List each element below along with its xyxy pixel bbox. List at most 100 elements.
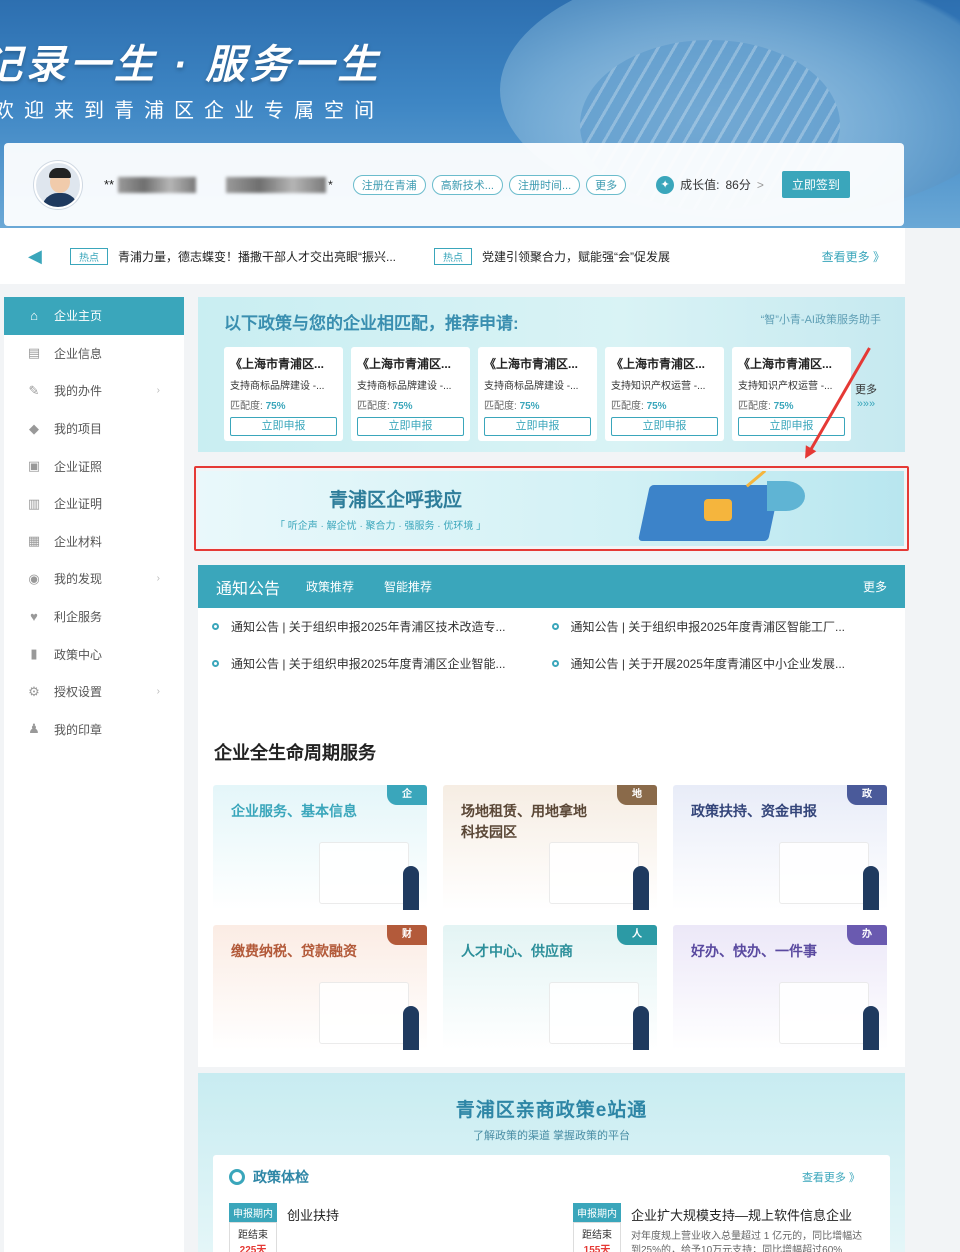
enterprise-call-banner[interactable]: 青浦区企呼我应 「 听企声 · 解企忧 · 聚合力 · 强服务 · 优环境 」 — [194, 466, 909, 551]
sidebar-item[interactable]: ▣ 企业证照 — [4, 447, 184, 485]
policy-card-title[interactable]: 《上海市青浦区... — [611, 355, 718, 372]
recommend-more-button[interactable]: 更多 »»» — [855, 383, 877, 411]
match-label: 匹配度: — [357, 401, 390, 412]
lifecycle-illustration — [319, 842, 409, 904]
policy-card[interactable]: 《上海市青浦区... 支持商标品牌建设 -... 匹配度: 75% 立即申报 — [478, 347, 597, 441]
apply-button[interactable]: 立即申报 — [357, 417, 464, 436]
broadcast-icon: ◉ — [28, 570, 40, 586]
tab-policy-recommend[interactable]: 政策推荐 — [306, 578, 354, 595]
lifecycle-card-label: 人才中心、供应商 — [461, 943, 573, 959]
policy-card-title[interactable]: 《上海市青浦区... — [357, 355, 464, 372]
policy-title[interactable]: 企业扩大规模支持—规上软件信息企业 — [631, 1205, 871, 1224]
lifecycle-illustration — [779, 842, 869, 904]
chevron-right-icon: › — [156, 686, 160, 698]
sidebar: ⌂ 企业主页 ▤ 企业信息 ✎ 我的办件 › ◆ 我的项目 ▣ 企业证照 ▥ 企业证明 ▦ 企业材料 ◉ 我的发… — [4, 297, 184, 1252]
tag-register-time[interactable]: 注册时间... — [508, 174, 581, 195]
tag-registered[interactable]: 注册在青浦 — [352, 174, 426, 195]
sidebar-item[interactable]: ▥ 企业证明 — [4, 485, 184, 523]
person-illustration — [633, 866, 649, 910]
status-badge-label: 申报期内 — [573, 1203, 621, 1222]
policy-card[interactable]: 《上海市青浦区... 支持商标品牌建设 -... 匹配度: 75% 立即申报 — [351, 347, 470, 441]
policy-check-more-link[interactable]: 查看更多 》 — [802, 1169, 860, 1185]
chevron-right-icon: > — [756, 177, 764, 192]
sidebar-item[interactable]: ◆ 我的项目 — [4, 410, 184, 448]
match-label: 匹配度: — [738, 401, 771, 412]
sidebar-item-label: 企业证照 — [54, 459, 103, 474]
sidebar-item[interactable]: ✎ 我的办件 › — [4, 372, 184, 410]
sidebar-item[interactable]: ⚙ 授权设置 › — [4, 673, 184, 711]
match-value: 75% — [392, 401, 413, 412]
lifecycle-card-badge: 地 — [617, 785, 657, 805]
notice-more-link[interactable]: 更多 — [863, 578, 887, 595]
ai-assistant-link[interactable]: “智”小青-AI政策服务助手 — [761, 311, 881, 327]
sidebar-item[interactable]: ♥ 利企服务 — [4, 598, 184, 636]
countdown-label: 距结束 — [582, 1230, 612, 1241]
notice-item-text[interactable]: 通知公告 | 关于组织申报2025年度青浦区智能工厂... — [571, 618, 845, 635]
heart-icon: ♥ — [30, 609, 38, 625]
gear-icon: ⚙ — [28, 683, 40, 699]
notice-item[interactable]: 通知公告 | 关于组织申报2025年度青浦区智能工厂... — [551, 618, 892, 635]
policy-card[interactable]: 《上海市青浦区... 支持知识产权运营 -... 匹配度: 75% 立即申报 — [605, 347, 724, 441]
lifecycle-card[interactable]: 政策扶持、资金申报 政 — [673, 785, 887, 910]
policy-title[interactable]: 创业扶持 — [287, 1205, 339, 1224]
notice-item[interactable]: 通知公告 | 关于开展2025年度青浦区中小企业发展... — [551, 655, 892, 672]
person-illustration — [863, 1006, 879, 1050]
sidebar-item[interactable]: ♟ 我的印章 — [4, 711, 184, 749]
apply-button[interactable]: 立即申报 — [230, 417, 337, 436]
policy-check-row[interactable]: 申报期内 距结束 155天 企业扩大规模支持—规上软件信息企业 对年度规上营业收入… — [573, 1203, 871, 1252]
policy-card-desc: 支持商标品牌建设 -... — [484, 381, 579, 392]
avatar[interactable] — [34, 160, 82, 209]
sidebar-item-label: 利企服务 — [54, 610, 103, 625]
countdown: 距结束 225天 — [229, 1222, 277, 1252]
sidebar-item[interactable]: ▮ 政策中心 — [4, 635, 184, 673]
sign-in-button[interactable]: 立即签到 — [781, 171, 850, 198]
stamp-icon: ♟ — [28, 721, 40, 737]
call-banner-title: 青浦区企呼我应 — [329, 490, 463, 511]
notice-item-text[interactable]: 通知公告 | 关于组织申报2025年青浦区技术改造专... — [231, 618, 505, 635]
hot-news-title[interactable]: 青浦力量，德志蝶变！播撒干部人才交出亮眼“振兴... — [118, 248, 396, 265]
lifecycle-card-label: 政策扶持、资金申报 — [691, 803, 817, 819]
folder-icon: ▦ — [27, 533, 41, 549]
growth-label: 成长值: — [680, 178, 720, 192]
tab-notice[interactable]: 通知公告 — [216, 575, 280, 599]
policy-card-title[interactable]: 《上海市青浦区... — [230, 355, 337, 372]
hot-news-title[interactable]: 党建引领聚合力，赋能强“会”促发展 — [482, 248, 670, 265]
notice-item[interactable]: 通知公告 | 关于组织申报2025年度青浦区企业智能... — [212, 655, 552, 672]
tag-high-tech[interactable]: 高新技术... — [431, 174, 503, 195]
notice-item-text[interactable]: 通知公告 | 关于组织申报2025年度青浦区企业智能... — [231, 655, 505, 672]
apply-button[interactable]: 立即申报 — [484, 417, 591, 436]
policy-card-title[interactable]: 《上海市青浦区... — [738, 355, 845, 372]
certificate-icon: ▥ — [27, 495, 41, 511]
notice-item[interactable]: 通知公告 | 关于组织申报2025年青浦区技术改造专... — [212, 618, 552, 635]
sidebar-item[interactable]: ▦ 企业材料 — [4, 523, 184, 561]
sidebar-item-label: 我的印章 — [54, 722, 103, 737]
growth-icon: ✦ — [656, 175, 675, 194]
policy-card[interactable]: 《上海市青浦区... 支持商标品牌建设 -... 匹配度: 75% 立即申报 — [224, 347, 343, 441]
tab-smart-recommend[interactable]: 智能推荐 — [384, 578, 432, 595]
lifecycle-card[interactable]: 场地租赁、用地拿地 科技园区 地 — [443, 785, 657, 910]
growth-value[interactable]: ✦ 成长值: 86分 > — [656, 175, 764, 194]
sidebar-item-label: 我的办件 — [54, 384, 103, 399]
lifecycle-card[interactable]: 缴费纳税、贷款融资 财 — [213, 925, 427, 1050]
policy-check-row[interactable]: 申报期内 距结束 225天 创业扶持 — [229, 1203, 339, 1252]
lifecycle-card-badge: 政 — [847, 785, 887, 805]
license-icon: ▣ — [27, 458, 41, 474]
lifecycle-card[interactable]: 企业服务、基本信息 企 — [213, 785, 427, 910]
policy-card[interactable]: 《上海市青浦区... 支持知识产权运营 -... 匹配度: 75% 立即申报 — [732, 347, 851, 441]
tag-more[interactable]: 更多 — [586, 174, 627, 195]
hot-news-item[interactable]: 热点 青浦力量，德志蝶变！播撒干部人才交出亮眼“振兴... — [70, 247, 396, 265]
sidebar-item[interactable]: ▤ 企业信息 — [4, 335, 184, 373]
lifecycle-card[interactable]: 好办、快办、一件事 办 — [673, 925, 887, 1050]
banner-subtitle: 欢迎来到青浦区企业专属空间 — [0, 100, 384, 122]
bullet-icon — [551, 623, 559, 630]
hot-news-item[interactable]: 热点 党建引领聚合力，赋能强“会”促发展 — [434, 247, 670, 265]
lifecycle-card[interactable]: 人才中心、供应商 人 — [443, 925, 657, 1050]
notice-item-text[interactable]: 通知公告 | 关于开展2025年度青浦区中小企业发展... — [571, 655, 845, 672]
policy-card-title[interactable]: 《上海市青浦区... — [484, 355, 591, 372]
hot-news-more-link[interactable]: 查看更多 》 — [822, 248, 885, 265]
lifecycle-card-badge: 财 — [387, 925, 427, 945]
lifecycle-illustration — [779, 982, 869, 1044]
sidebar-item[interactable]: ◉ 我的发现 › — [4, 560, 184, 598]
apply-button[interactable]: 立即申报 — [611, 417, 718, 436]
sidebar-item[interactable]: ⌂ 企业主页 — [4, 297, 184, 335]
